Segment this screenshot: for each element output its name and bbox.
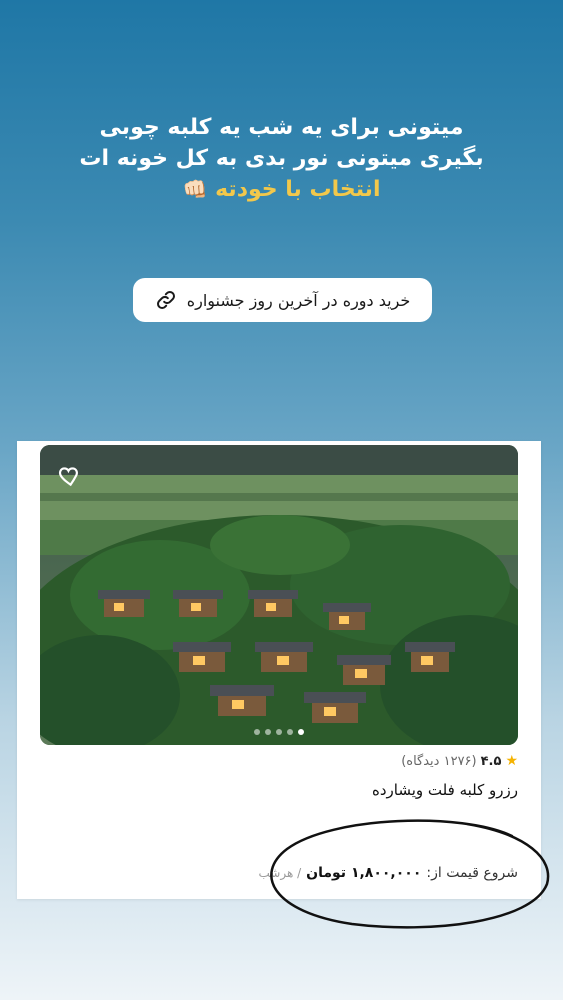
headline-line-3: انتخاب با خودته 👊🏻	[0, 174, 563, 205]
carousel-dot-active[interactable]	[298, 729, 304, 735]
carousel-dots	[40, 729, 518, 735]
listing-photo[interactable]	[40, 445, 518, 745]
carousel-dot[interactable]	[276, 729, 282, 735]
headline-highlight: انتخاب با خودته	[215, 177, 381, 202]
link-sticker-label: خرید دوره در آخرین روز جشنواره	[186, 290, 411, 310]
story-headline: میتونی برای یه شب یه کلبه چوبی بگیری میت…	[0, 112, 563, 205]
star-icon: ★	[505, 753, 518, 769]
favorite-heart-icon[interactable]	[56, 463, 82, 489]
carousel-dot[interactable]	[287, 729, 293, 735]
listing-title[interactable]: رزرو کلبه فلت ویشارده	[372, 781, 518, 799]
carousel-dot[interactable]	[254, 729, 260, 735]
carousel-dot[interactable]	[265, 729, 271, 735]
headline-line-1: میتونی برای یه شب یه کلبه چوبی	[99, 115, 464, 140]
cabins-landscape-image	[40, 445, 518, 745]
link-icon	[156, 291, 175, 309]
fist-emoji-icon: 👊🏻	[182, 177, 208, 201]
rating-value: ۴.۵	[480, 753, 502, 769]
headline-line-2: بگیری میتونی نور بدی به کل خونه ات	[79, 146, 484, 171]
rating-row: ★ ۴.۵ (۱۲۷۶ دیدگاه)	[401, 753, 518, 769]
review-count: (۱۲۷۶ دیدگاه)	[401, 753, 477, 769]
hand-drawn-circle-annotation	[270, 819, 550, 929]
link-sticker-button[interactable]: خرید دوره در آخرین روز جشنواره	[133, 278, 432, 322]
